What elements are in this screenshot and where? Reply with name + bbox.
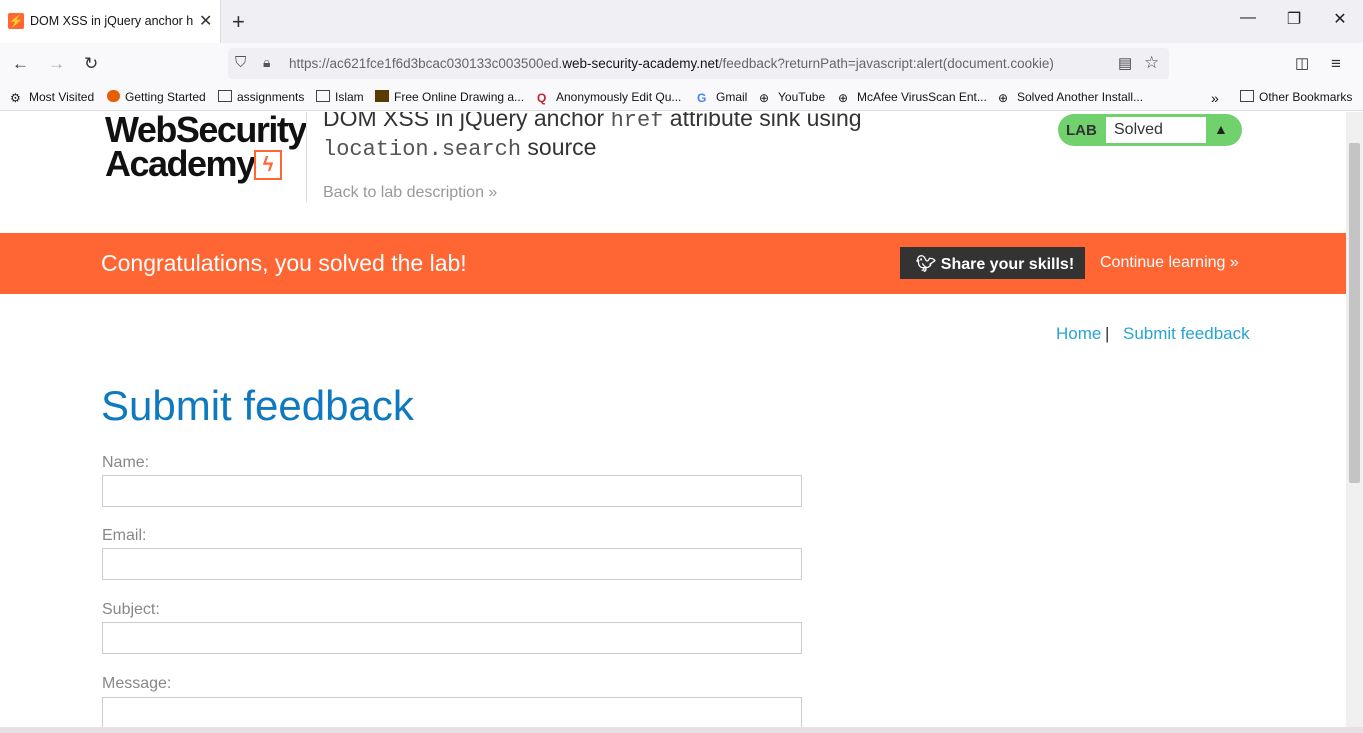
congratulations-message: Congratulations, you solved the lab! <box>101 250 467 276</box>
solved-banner: Congratulations, you solved the lab! 🐦︎ … <box>0 233 1346 294</box>
lab-status-badge: LAB Solved ▲ <box>1058 114 1242 146</box>
bookmark-mcafee[interactable]: ⊕ McAfee VirusScan Ent... <box>838 90 987 105</box>
menu-icon[interactable]: ≡ <box>1331 54 1341 74</box>
submit-feedback-link[interactable]: Submit feedback <box>1123 324 1250 344</box>
pocket-icon[interactable]: ◫ <box>1295 54 1309 72</box>
browser-tab[interactable]: ⚡ DOM XSS in jQuery anchor href ✕ <box>0 0 221 43</box>
flask-icon: ▲ <box>1214 121 1228 137</box>
folder-icon <box>316 90 330 102</box>
minimize-icon[interactable]: — <box>1233 9 1263 27</box>
browser-title-bar: ⚡ DOM XSS in jQuery anchor href ✕ + — ❐ … <box>0 0 1363 43</box>
subject-field[interactable] <box>102 622 802 654</box>
globe-icon: ⊕ <box>838 91 849 105</box>
new-tab-button[interactable]: + <box>232 9 245 35</box>
lab-status-text: Solved <box>1106 117 1206 143</box>
address-bar[interactable]: ⛉ 🔒︎ https://ac621fce1f6d3bcac030133c003… <box>228 48 1169 79</box>
page-content: WebSecurity Academy ϟ DOM XSS in jQuery … <box>0 112 1346 727</box>
header-divider <box>306 112 307 202</box>
continue-learning-link[interactable]: Continue learning » <box>1100 254 1239 272</box>
message-label: Message: <box>102 675 172 692</box>
bookmark-quora[interactable]: Q Anonymously Edit Qu... <box>537 90 681 105</box>
bookmark-islam[interactable]: Islam <box>316 90 364 104</box>
share-skills-button[interactable]: 🐦︎ Share your skills! <box>900 247 1085 279</box>
nav-separator: | <box>1105 324 1110 343</box>
bottom-edge <box>0 727 1363 733</box>
scrollbar-thumb[interactable] <box>1349 143 1360 483</box>
reader-view-icon[interactable]: ▤ <box>1118 54 1132 72</box>
google-icon: G <box>697 91 707 105</box>
favicon-icon: ⚡ <box>8 13 24 29</box>
bookmark-solved[interactable]: ⊕ Solved Another Install... <box>998 90 1143 105</box>
chevron-right-icon[interactable]: » <box>1211 90 1219 106</box>
bookmark-assignments[interactable]: assignments <box>218 90 304 104</box>
lab-title: DOM XSS in jQuery anchor href attribute … <box>323 112 862 162</box>
lock-icon[interactable]: 🔒︎ <box>263 54 270 71</box>
bookmark-star-icon[interactable]: ☆ <box>1144 53 1159 73</box>
bookmark-most-visited[interactable]: ⚙ Most Visited <box>10 90 94 105</box>
lab-label: LAB <box>1066 122 1097 139</box>
lightning-logo-icon: ϟ <box>254 150 282 180</box>
bookmark-youtube[interactable]: ⊕ YouTube <box>759 90 825 105</box>
bookmark-gmail[interactable]: G Gmail <box>697 90 747 105</box>
firefox-icon <box>107 90 120 102</box>
subject-label: Subject: <box>102 601 160 618</box>
twitter-icon: 🐦︎ <box>916 256 941 273</box>
email-field[interactable] <box>102 548 802 580</box>
folder-icon <box>1240 90 1254 102</box>
globe-icon: ⊕ <box>759 91 770 105</box>
folder-icon <box>218 90 232 102</box>
bookmark-other[interactable]: Other Bookmarks <box>1240 90 1352 104</box>
forward-arrow-icon[interactable]: → <box>48 54 65 74</box>
reload-icon[interactable]: ↻ <box>84 54 98 74</box>
name-label: Name: <box>102 454 150 471</box>
email-label: Email: <box>102 527 147 544</box>
drawing-site-icon <box>375 90 389 102</box>
globe-icon: ⊕ <box>998 91 1009 105</box>
bookmark-getting-started[interactable]: Getting Started <box>107 90 206 104</box>
page-title: Submit feedback <box>101 382 414 429</box>
quora-icon: Q <box>537 91 547 105</box>
url-text[interactable]: https://ac621fce1f6d3bcac030133c003500ed… <box>289 56 1054 71</box>
back-to-lab-link[interactable]: Back to lab description » <box>323 184 497 202</box>
tab-title: DOM XSS in jQuery anchor href <box>30 14 194 28</box>
home-link[interactable]: Home <box>1056 324 1101 344</box>
shield-icon[interactable]: ⛉ <box>235 54 246 71</box>
name-field[interactable] <box>102 475 802 507</box>
restore-icon[interactable]: ❐ <box>1279 9 1309 29</box>
bookmark-drawing[interactable]: Free Online Drawing a... <box>375 90 524 104</box>
close-window-icon[interactable]: ✕ <box>1325 9 1355 29</box>
back-arrow-icon[interactable]: ← <box>12 54 29 74</box>
message-field[interactable] <box>102 697 802 727</box>
close-tab-icon[interactable]: ✕ <box>199 11 212 31</box>
logo-text-academy: Academy <box>105 143 256 184</box>
gear-icon: ⚙ <box>10 91 21 105</box>
